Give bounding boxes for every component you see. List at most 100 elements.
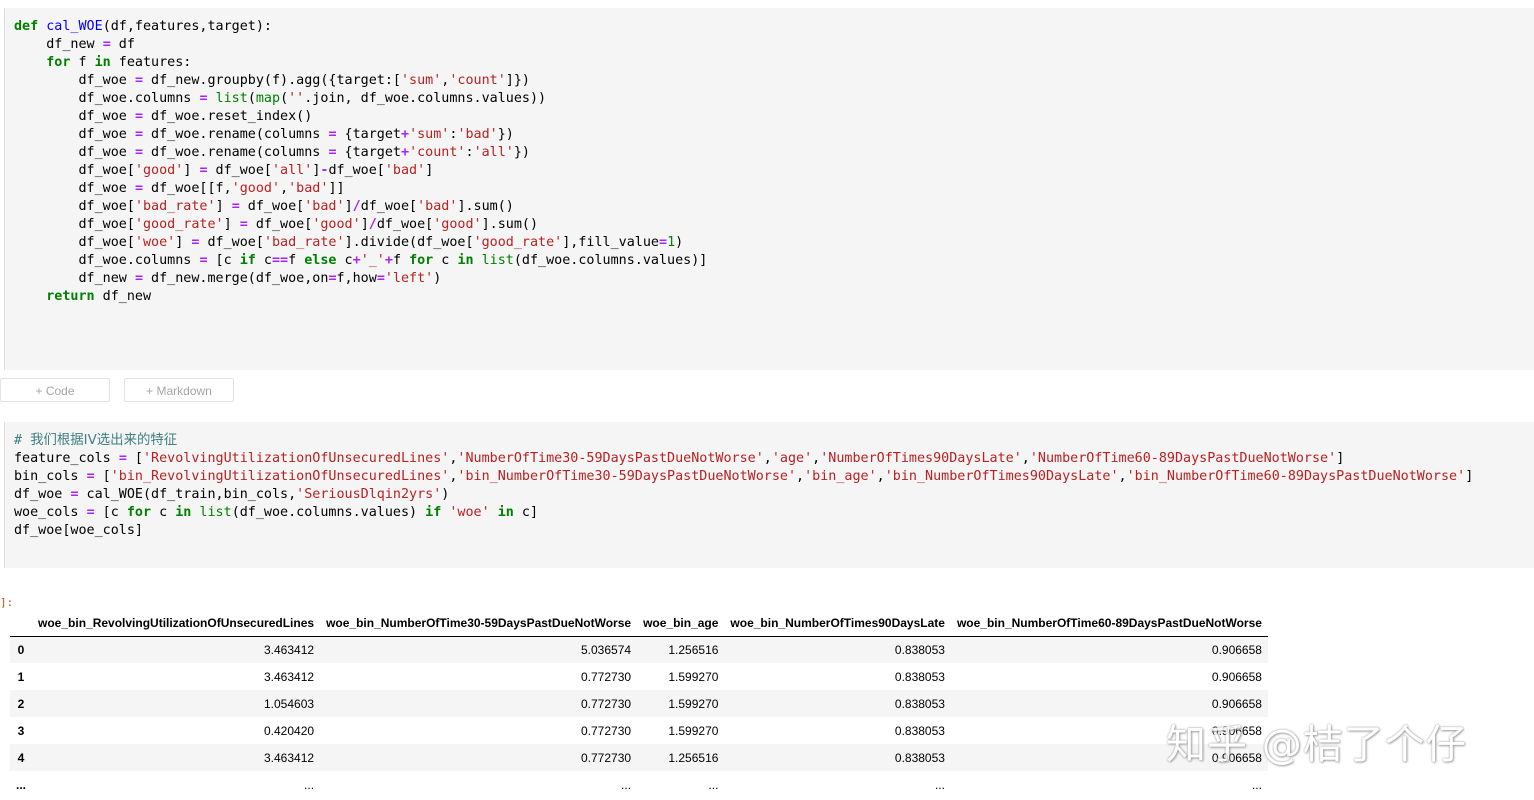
code-token: df_new	[14, 37, 103, 52]
code-token: :	[465, 145, 474, 160]
table-row: 0 3.463412 5.036574 1.256516 0.838053 0.90665…	[10, 636, 1268, 663]
table-cell: 3.463412	[264, 642, 315, 657]
code-token: =	[376, 271, 385, 286]
code-cell-cal-woe[interactable]: def cal_WOE(df,features,target): df_new …	[4, 8, 1534, 370]
code-token: )	[675, 235, 684, 250]
code-token: 我们根据IV选出来的特征	[30, 433, 178, 448]
row-index: 3	[17, 723, 25, 738]
add-markdown-cell-button[interactable]: + Markdown	[124, 378, 234, 402]
code-token: in	[497, 505, 514, 520]
code-token: =	[199, 253, 208, 268]
column-header: woe_bin_NumberOfTimes90DaysLate	[724, 610, 951, 637]
code-token: ].sum()	[457, 199, 514, 214]
table-cell: 1.054603	[264, 696, 315, 711]
code-token: cal_WOE(df_train,bin_cols,	[78, 487, 297, 502]
code-token: for	[409, 253, 434, 268]
code-token: 'woe'	[449, 505, 490, 520]
code-token: ,	[812, 451, 821, 466]
code-token: =	[70, 487, 79, 502]
code-cell-feature-selection[interactable]: # 我们根据IV选出来的特征 feature_cols = ['Revolvin…	[4, 422, 1534, 568]
table-cell: 1.599270	[668, 696, 719, 711]
code-token: df_woe[	[376, 217, 434, 232]
code-token: =	[659, 235, 668, 250]
code-token: df_woe[	[247, 217, 313, 232]
code-token: '_'	[360, 253, 385, 268]
table-cell: 0.906658	[1211, 669, 1262, 684]
table-cell: 0.838053	[894, 696, 945, 711]
code-token: [c	[207, 253, 240, 268]
code-token: df_woe[[f,	[143, 181, 232, 196]
code-token: df_woe[	[14, 217, 135, 232]
code-token: ,	[763, 451, 772, 466]
code-token: =	[231, 199, 240, 214]
add-code-cell-button[interactable]: + Code	[0, 378, 110, 402]
code-token: list	[199, 505, 232, 520]
table-cell: ...	[934, 777, 945, 792]
code-token: ]	[215, 199, 232, 214]
code-token: (	[280, 91, 289, 106]
code-token: ].sum()	[481, 217, 539, 232]
code-token: 'all'	[272, 163, 313, 178]
table-cell: 1.599270	[668, 669, 719, 684]
table-cell: 0.838053	[894, 750, 945, 765]
code-token: =	[134, 271, 143, 286]
code-token: [c	[94, 505, 127, 520]
code-token: 'bad'	[417, 199, 458, 214]
code-token: (df,features,target):	[102, 19, 272, 34]
code-token: df_woe[	[14, 235, 135, 250]
code-token: 'bin_NumberOfTimes90DaysLate'	[884, 469, 1119, 484]
code-token: ]	[360, 217, 369, 232]
code-token: ]	[1336, 451, 1345, 466]
code-token: 'good'	[134, 163, 184, 178]
code-token: ]	[1465, 469, 1474, 484]
code-token: 'bad'	[384, 163, 426, 178]
code-token: /	[368, 217, 377, 232]
code-token: =	[199, 163, 208, 178]
code-token: features:	[110, 55, 192, 70]
code-token: 'bad'	[304, 199, 345, 214]
output-prompt: ]:	[0, 596, 14, 609]
code-token: list	[215, 91, 248, 106]
code-token: +	[401, 127, 410, 142]
code-token: +	[384, 253, 393, 268]
code-token: 'RevolvingUtilizationOfUnsecuredLines'	[143, 451, 450, 466]
table-cell: 0.906658	[1211, 642, 1262, 657]
code-token: =	[328, 271, 337, 286]
code-token: 'count'	[409, 145, 466, 160]
code-token: 'woe'	[134, 235, 176, 250]
code-token: c	[151, 505, 176, 520]
table-cell: 1.256516	[668, 642, 719, 657]
code-token: 'good'	[231, 181, 281, 196]
code-token: return	[46, 289, 95, 304]
code-token: df_new	[94, 289, 152, 304]
code-token: list	[481, 253, 514, 268]
code-token: ,	[796, 469, 805, 484]
code-token: df_woe[woe_cols]	[14, 523, 143, 538]
row-index: 4	[17, 750, 25, 765]
code-token: c]	[513, 505, 539, 520]
code-token: df_woe.columns	[14, 91, 200, 106]
code-token: =	[134, 145, 143, 160]
code-token: c	[433, 253, 458, 268]
code-token: })	[497, 127, 514, 142]
code-token: for	[46, 55, 71, 70]
code-token: =	[328, 127, 337, 142]
code-token: ]	[175, 235, 192, 250]
code-token: f	[288, 253, 305, 268]
code-editor[interactable]: # 我们根据IV选出来的特征 feature_cols = ['Revolvin…	[5, 422, 1534, 540]
code-token: ]	[344, 199, 353, 214]
code-token: ==	[272, 253, 289, 268]
code-token: 'all'	[473, 145, 514, 160]
table-cell: 0.420420	[264, 723, 315, 738]
code-token: =	[328, 145, 337, 160]
table-cell: 0.772730	[581, 723, 632, 738]
code-token: =	[86, 505, 95, 520]
code-editor[interactable]: def cal_WOE(df,features,target): df_new …	[5, 8, 1534, 306]
code-token: df_woe[	[239, 199, 305, 214]
code-token: df_woe	[14, 487, 71, 502]
code-token: =	[102, 37, 111, 52]
code-token: df_new.merge(df_woe,on	[143, 271, 329, 286]
table-row: ..................	[10, 771, 1268, 798]
